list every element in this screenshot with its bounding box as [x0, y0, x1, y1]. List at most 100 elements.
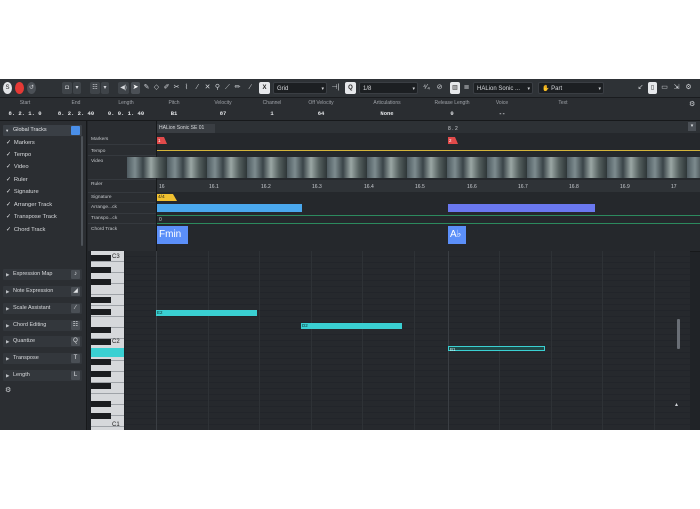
- layout-icon[interactable]: ☷: [90, 82, 100, 94]
- global-track-arranger[interactable]: ✓ Arranger Track: [6, 202, 52, 208]
- link-icon[interactable]: ↺: [27, 82, 36, 94]
- pointer-icon[interactable]: ➤: [131, 82, 140, 94]
- chord-event-fmin[interactable]: Fmin: [157, 226, 188, 244]
- note-display[interactable]: E2 D2 B1 ▴: [125, 251, 690, 430]
- info-articulations[interactable]: Articulations None: [358, 100, 416, 117]
- brush-icon[interactable]: ✐: [162, 82, 171, 94]
- quantize-preset-icon[interactable]: ⁴⁄₄: [420, 82, 433, 94]
- global-track-ruler[interactable]: ✓ Ruler: [6, 177, 28, 183]
- global-tracks-icon[interactable]: [71, 126, 80, 135]
- zoom-icon[interactable]: ⚲: [213, 82, 222, 94]
- grid-relative-icon[interactable]: ⊣|: [329, 82, 342, 94]
- inspector-settings-icon[interactable]: ⚙: [5, 386, 14, 395]
- piano-keyboard[interactable]: C3 C2 C1: [91, 251, 124, 430]
- glue-icon[interactable]: ⌇: [182, 82, 191, 94]
- iterative-quantize-icon[interactable]: ⊘: [435, 82, 444, 94]
- info-voice[interactable]: Voice --: [484, 100, 520, 117]
- window-arrow-icon[interactable]: ↙: [636, 82, 645, 94]
- info-channel[interactable]: Channel 1: [255, 100, 289, 117]
- section-note-expression[interactable]: ▶ Note Expression ◢: [3, 286, 82, 297]
- scale-assistant-icon: ∕: [71, 304, 80, 313]
- note-b1-selected[interactable]: B1: [448, 346, 545, 352]
- line-tool-icon[interactable]: ⟋: [223, 82, 232, 94]
- quantize-icon[interactable]: Q: [345, 82, 356, 94]
- transpose-lane[interactable]: 0: [157, 215, 700, 224]
- signature-event[interactable]: 4/4: [157, 194, 177, 201]
- overview-menu-icon[interactable]: ▾: [688, 122, 696, 131]
- list-icon[interactable]: ≣: [462, 82, 471, 94]
- ruler-tick: 16.9: [620, 184, 630, 190]
- grid-type-select[interactable]: Grid ▾: [273, 82, 327, 94]
- eraser-icon[interactable]: ◇: [152, 82, 161, 94]
- audition-icon[interactable]: ∕: [246, 82, 255, 94]
- ruler-tick: 16: [159, 184, 165, 190]
- arranger-event-1[interactable]: [157, 204, 302, 212]
- global-track-tempo[interactable]: ✓ Tempo: [6, 152, 31, 158]
- part-icon: ✋: [542, 86, 552, 92]
- info-velocity[interactable]: Velocity 87: [205, 100, 241, 117]
- video-thumbnails[interactable]: [127, 157, 700, 178]
- pencil-icon[interactable]: ✎: [142, 82, 151, 94]
- part-header: HALion Sonic SE 01 8 . 2 ▾: [157, 121, 700, 133]
- part-select[interactable]: ✋ Part ▾: [538, 82, 604, 94]
- mute-icon[interactable]: ✕: [203, 82, 212, 94]
- zoom-handle-icon[interactable]: ▴: [675, 401, 682, 408]
- global-track-transpose[interactable]: ✓ Transpose Track: [6, 214, 57, 220]
- expand-triangle-icon: ▶: [6, 356, 10, 361]
- show-inspector-icon[interactable]: ▯: [648, 82, 657, 94]
- marker-2[interactable]: 2: [448, 137, 458, 144]
- marker-1[interactable]: 1: [157, 137, 167, 144]
- chevron-down-icon[interactable]: ▾: [73, 82, 81, 94]
- transpose-icon: T: [71, 354, 80, 363]
- global-track-signature[interactable]: ✓ Signature: [6, 189, 39, 195]
- ruler[interactable]: 16 16.1 16.2 16.3 16.4 16.5 16.6 16.7 16…: [157, 180, 700, 192]
- camera-icon[interactable]: ◘: [62, 82, 72, 94]
- note-d2[interactable]: D2: [301, 323, 402, 329]
- record-icon[interactable]: [15, 82, 24, 94]
- section-transpose[interactable]: ▶ Transpose T: [3, 353, 82, 364]
- wand-icon[interactable]: ⁄: [193, 82, 202, 94]
- info-text[interactable]: Text: [543, 100, 583, 110]
- info-pitch[interactable]: Pitch B1: [157, 100, 191, 117]
- info-end[interactable]: End 8. 2. 2. 40: [56, 100, 96, 117]
- inspector-scrollbar[interactable]: [81, 136, 83, 246]
- global-track-video[interactable]: ✓ Video: [6, 164, 29, 170]
- arranger-event-2[interactable]: [448, 204, 595, 212]
- note-e2[interactable]: E2: [156, 310, 257, 316]
- section-length[interactable]: ▶ Length L: [3, 370, 82, 381]
- global-track-markers[interactable]: ✓ Markers: [6, 140, 35, 146]
- chevron-down-icon[interactable]: ▾: [101, 82, 109, 94]
- section-scale-assistant[interactable]: ▶ Scale Assistant ∕: [3, 303, 82, 314]
- speaker-icon[interactable]: ◀): [118, 82, 129, 94]
- info-off-velocity[interactable]: Off Velocity 64: [298, 100, 344, 117]
- info-length[interactable]: Length 0. 0. 1. 40: [106, 100, 146, 117]
- info-start[interactable]: Start 8. 2. 1. 0: [6, 100, 44, 117]
- vertical-scrollbar[interactable]: [677, 319, 680, 349]
- marker-position-label: 8 . 2: [448, 126, 458, 132]
- global-track-chord[interactable]: ✓ Chord Track: [6, 227, 45, 233]
- tempo-line[interactable]: [157, 150, 700, 151]
- keyboard-icon[interactable]: ▥: [450, 82, 460, 94]
- section-expression-map[interactable]: ▶ Expression Map ♪: [3, 269, 82, 280]
- export-icon[interactable]: ⇲: [672, 82, 681, 94]
- key-label-c1: C1: [112, 422, 120, 428]
- track-label-chord: Chord Track: [91, 227, 118, 232]
- expand-triangle-icon: ▶: [6, 272, 10, 277]
- section-quantize[interactable]: ▶ Quantize Q: [3, 336, 82, 347]
- part-name[interactable]: HALion Sonic SE 01: [157, 124, 215, 133]
- draw-icon[interactable]: ✏: [233, 82, 242, 94]
- section-chord-editing[interactable]: ▶ Chord Editing ☷: [3, 320, 82, 331]
- info-settings-icon[interactable]: ⚙: [689, 100, 698, 109]
- solo-icon[interactable]: S: [3, 82, 12, 94]
- show-lower-zone-icon[interactable]: ▭: [660, 82, 669, 94]
- scissors-icon[interactable]: ✂: [172, 82, 181, 94]
- quantize-icon: Q: [71, 337, 80, 346]
- check-icon: ✓: [6, 214, 11, 220]
- instrument-select[interactable]: HALion Sonic ... ▾: [473, 82, 533, 94]
- snap-icon[interactable]: X: [259, 82, 270, 94]
- chord-event-ab[interactable]: A♭: [448, 226, 466, 244]
- quantize-select[interactable]: 1/8 ▾: [359, 82, 418, 94]
- settings-icon[interactable]: ⚙: [684, 82, 693, 94]
- global-tracks-header[interactable]: ▾ Global Tracks: [3, 125, 82, 136]
- info-release-length[interactable]: Release Length 0: [430, 100, 474, 117]
